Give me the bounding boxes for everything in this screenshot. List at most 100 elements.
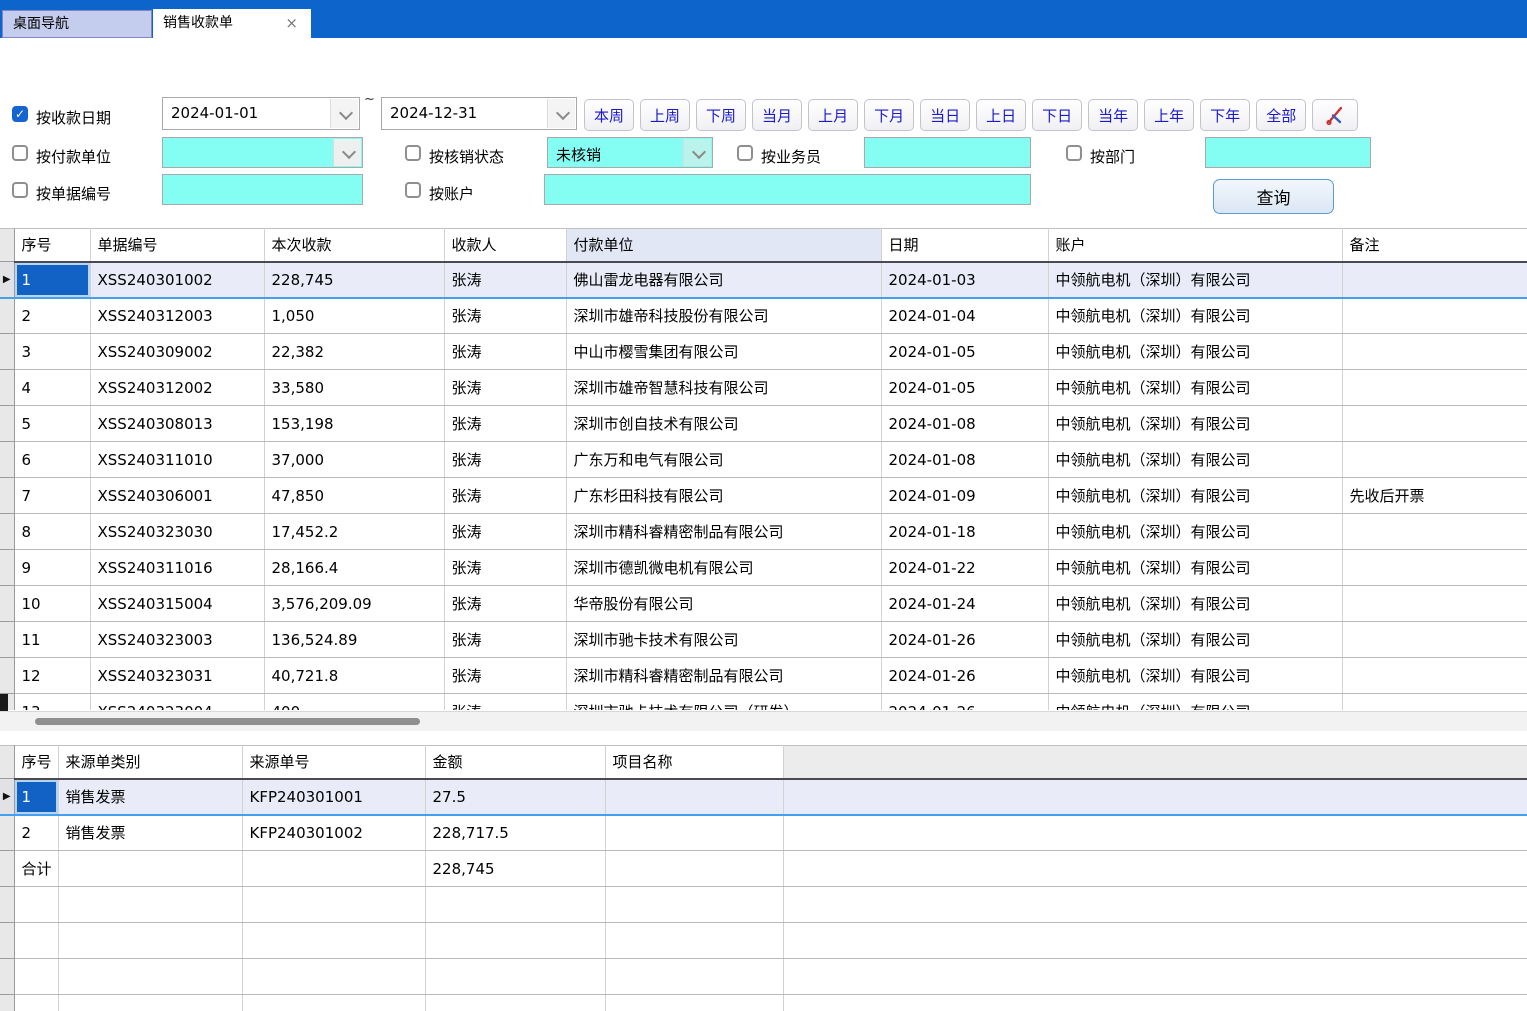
grid-cell[interactable]: 11: [14, 622, 90, 658]
grid-cell[interactable]: 深圳市德凯微电机有限公司: [566, 550, 881, 586]
grid-cell[interactable]: 张涛: [444, 478, 566, 514]
department-input[interactable]: [1205, 137, 1371, 168]
chevron-down-icon[interactable]: [333, 139, 361, 166]
grid-cell[interactable]: 深圳市精科睿精密制品有限公司: [566, 658, 881, 694]
col-payee[interactable]: 收款人: [444, 229, 566, 262]
grid-cell[interactable]: XSS240323004: [90, 694, 264, 711]
grid-cell[interactable]: [242, 995, 425, 1011]
grid-cell[interactable]: 中领航电机（深圳）有限公司: [1048, 298, 1342, 334]
grid-cell[interactable]: 张涛: [444, 514, 566, 550]
grid-cell[interactable]: XSS240312003: [90, 298, 264, 334]
grid-cell[interactable]: 深圳市驰卡技术有限公司（研发）: [566, 694, 881, 711]
grid-cell[interactable]: [783, 779, 1527, 815]
chevron-down-icon[interactable]: [330, 99, 358, 128]
col-seq[interactable]: 序号: [14, 746, 58, 779]
by-department-checkbox[interactable]: [1066, 145, 1082, 161]
grid-cell[interactable]: 中领航电机（深圳）有限公司: [1048, 442, 1342, 478]
grid-cell[interactable]: 28,166.4: [264, 550, 444, 586]
row-marker[interactable]: [0, 851, 14, 887]
quick-date-button[interactable]: 下日: [1032, 99, 1082, 131]
grid-cell[interactable]: 张涛: [444, 658, 566, 694]
grid-cell[interactable]: 中领航电机（深圳）有限公司: [1048, 334, 1342, 370]
row-marker[interactable]: [0, 887, 14, 923]
grid-cell[interactable]: KFP240301002: [242, 815, 425, 851]
grid-cell[interactable]: 2024-01-26: [881, 622, 1048, 658]
col-remark[interactable]: 备注: [1342, 229, 1527, 262]
grid-cell[interactable]: 2024-01-24: [881, 586, 1048, 622]
col-source-type[interactable]: 来源单类别: [58, 746, 242, 779]
grid-cell[interactable]: [1342, 442, 1527, 478]
grid-cell[interactable]: [605, 779, 783, 815]
grid-cell[interactable]: [242, 923, 425, 959]
grid-cell[interactable]: 张涛: [444, 586, 566, 622]
table-row[interactable]: 13XSS240323004400张涛深圳市驰卡技术有限公司（研发）2024-0…: [0, 694, 1527, 711]
grid-cell[interactable]: 深圳市驰卡技术有限公司: [566, 622, 881, 658]
grid-cell[interactable]: 深圳市雄帝科技股份有限公司: [566, 298, 881, 334]
grid-cell[interactable]: [783, 995, 1527, 1011]
grid-cell[interactable]: 深圳市创自技术有限公司: [566, 406, 881, 442]
table-row[interactable]: 2销售发票KFP240301002228,717.5: [0, 815, 1527, 851]
grid-cell[interactable]: [605, 887, 783, 923]
grid-cell[interactable]: 153,198: [264, 406, 444, 442]
grid-cell[interactable]: [58, 851, 242, 887]
grid-cell[interactable]: 中领航电机（深圳）有限公司: [1048, 550, 1342, 586]
grid-cell[interactable]: 华帝股份有限公司: [566, 586, 881, 622]
quick-date-button[interactable]: 全部: [1256, 99, 1306, 131]
grid-cell[interactable]: 2024-01-05: [881, 334, 1048, 370]
table-row[interactable]: [0, 959, 1527, 995]
quick-date-button[interactable]: 下年: [1200, 99, 1250, 131]
grid-cell[interactable]: 22,382: [264, 334, 444, 370]
col-account[interactable]: 账户: [1048, 229, 1342, 262]
quick-date-button[interactable]: 上月: [808, 99, 858, 131]
grid-cell[interactable]: 广东万和电气有限公司: [566, 442, 881, 478]
grid-cell[interactable]: [1342, 622, 1527, 658]
grid-cell[interactable]: [425, 959, 605, 995]
grid-cell[interactable]: [783, 851, 1527, 887]
grid-cell[interactable]: XSS240312002: [90, 370, 264, 406]
tab-sales-receipt[interactable]: 销售收款单 ×: [153, 9, 311, 38]
grid-cell[interactable]: [242, 959, 425, 995]
quick-date-button[interactable]: 上周: [640, 99, 690, 131]
row-marker[interactable]: [0, 370, 14, 406]
grid-cell[interactable]: 合计: [14, 851, 58, 887]
row-marker[interactable]: ▶: [0, 779, 14, 815]
grid-cell[interactable]: 5: [14, 406, 90, 442]
grid-cell[interactable]: 13: [14, 694, 90, 711]
grid-cell[interactable]: 中领航电机（深圳）有限公司: [1048, 658, 1342, 694]
grid-cell[interactable]: [605, 851, 783, 887]
grid-cell[interactable]: [1342, 262, 1527, 298]
grid-cell[interactable]: 中领航电机（深圳）有限公司: [1048, 514, 1342, 550]
grid-cell[interactable]: 1,050: [264, 298, 444, 334]
grid-cell[interactable]: [242, 851, 425, 887]
grid-cell[interactable]: 中领航电机（深圳）有限公司: [1048, 586, 1342, 622]
grid-cell[interactable]: 2024-01-04: [881, 298, 1048, 334]
grid-cell[interactable]: 6: [14, 442, 90, 478]
col-date[interactable]: 日期: [881, 229, 1048, 262]
grid-cell[interactable]: 2024-01-18: [881, 514, 1048, 550]
by-writeoff-status-checkbox[interactable]: [405, 145, 421, 161]
row-marker[interactable]: [0, 923, 14, 959]
grid-cell[interactable]: 中领航电机（深圳）有限公司: [1048, 406, 1342, 442]
grid-cell[interactable]: XSS240323031: [90, 658, 264, 694]
grid-cell[interactable]: [1342, 334, 1527, 370]
salesman-input[interactable]: [864, 137, 1031, 168]
grid-cell[interactable]: 27.5: [425, 779, 605, 815]
grid-cell[interactable]: 中领航电机（深圳）有限公司: [1048, 694, 1342, 711]
grid-cell[interactable]: 8: [14, 514, 90, 550]
grid-cell[interactable]: [1342, 694, 1527, 711]
row-marker[interactable]: [0, 442, 14, 478]
table-row[interactable]: 10XSS2403150043,576,209.09张涛华帝股份有限公司2024…: [0, 586, 1527, 622]
grid-cell[interactable]: 228,745: [264, 262, 444, 298]
doc-number-input[interactable]: [162, 174, 363, 205]
col-doc-number[interactable]: 单据编号: [90, 229, 264, 262]
grid-cell[interactable]: 张涛: [444, 298, 566, 334]
scrollbar-thumb[interactable]: [35, 718, 420, 725]
grid-cell[interactable]: 先收后开票: [1342, 478, 1527, 514]
row-marker[interactable]: [0, 995, 14, 1011]
table-row[interactable]: [0, 995, 1527, 1011]
grid-cell[interactable]: XSS240306001: [90, 478, 264, 514]
grid-cell[interactable]: 17,452.2: [264, 514, 444, 550]
by-account-checkbox[interactable]: [405, 182, 421, 198]
grid-cell[interactable]: 1: [14, 262, 90, 298]
by-doc-number-checkbox[interactable]: [12, 182, 28, 198]
